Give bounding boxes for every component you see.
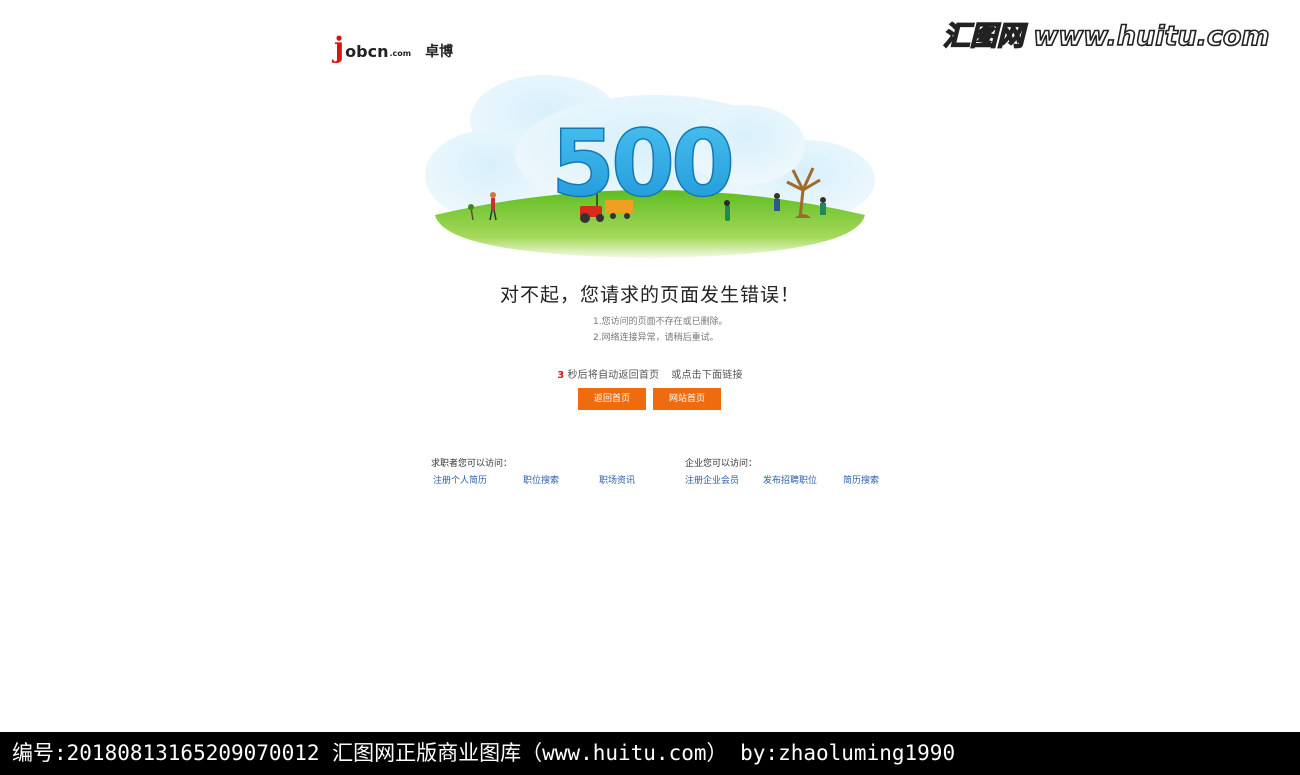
countdown-number: 3 (557, 370, 565, 381)
site-logo[interactable]: j obcn .com 卓博 (334, 34, 453, 62)
redirect-hint: 3 秒后将自动返回首页 或点击下面链接 (0, 366, 1300, 381)
link-register-resume[interactable]: 注册个人简历 (433, 473, 523, 486)
site-home-button[interactable]: 网站首页 (653, 388, 721, 410)
watermark: 汇图网 www.huitu.com (942, 20, 1270, 53)
link-resume-search[interactable]: 简历搜索 (843, 473, 879, 486)
group-title: 求职者您可以访问： (431, 459, 513, 469)
group-title: 企业您可以访问： (685, 459, 758, 469)
alt-text: 或点击下面链接 (671, 370, 743, 381)
link-register-company[interactable]: 注册企业会员 (685, 473, 763, 486)
logo-suffix: .com (389, 49, 412, 58)
logo-letter: j (334, 31, 345, 64)
link-career-news[interactable]: 职场资讯 (599, 473, 635, 486)
error-illustration: 500 (415, 70, 885, 265)
error-code: 500 (551, 110, 731, 217)
reason-item: 1.您访问的页面不存在或已删除。 (593, 317, 728, 327)
employer-links: 企业您可以访问： 注册企业会员 发布招聘职位 简历搜索 (685, 456, 879, 486)
back-home-button[interactable]: 返回首页 (578, 388, 646, 410)
reason-list: 1.您访问的页面不存在或已删除。 2.网络连接异常，请稍后重试。 (593, 314, 728, 346)
logo-chinese: 卓博 (425, 44, 454, 60)
countdown-text: 秒后将自动返回首页 (567, 370, 660, 381)
action-buttons: 返回首页 网站首页 (578, 388, 721, 410)
image-caption-bar: 编号:20180813165209070012 汇图网正版商业图库（www.hu… (0, 732, 1300, 775)
link-job-search[interactable]: 职位搜索 (523, 473, 599, 486)
reason-item: 2.网络连接异常，请稍后重试。 (593, 333, 719, 343)
logo-text: obcn (345, 42, 389, 61)
jobseeker-links: 求职者您可以访问： 注册个人简历 职位搜索 职场资讯 (431, 456, 635, 486)
error-headline: 对不起，您请求的页面发生错误！ (499, 284, 800, 306)
link-post-job[interactable]: 发布招聘职位 (763, 473, 843, 486)
